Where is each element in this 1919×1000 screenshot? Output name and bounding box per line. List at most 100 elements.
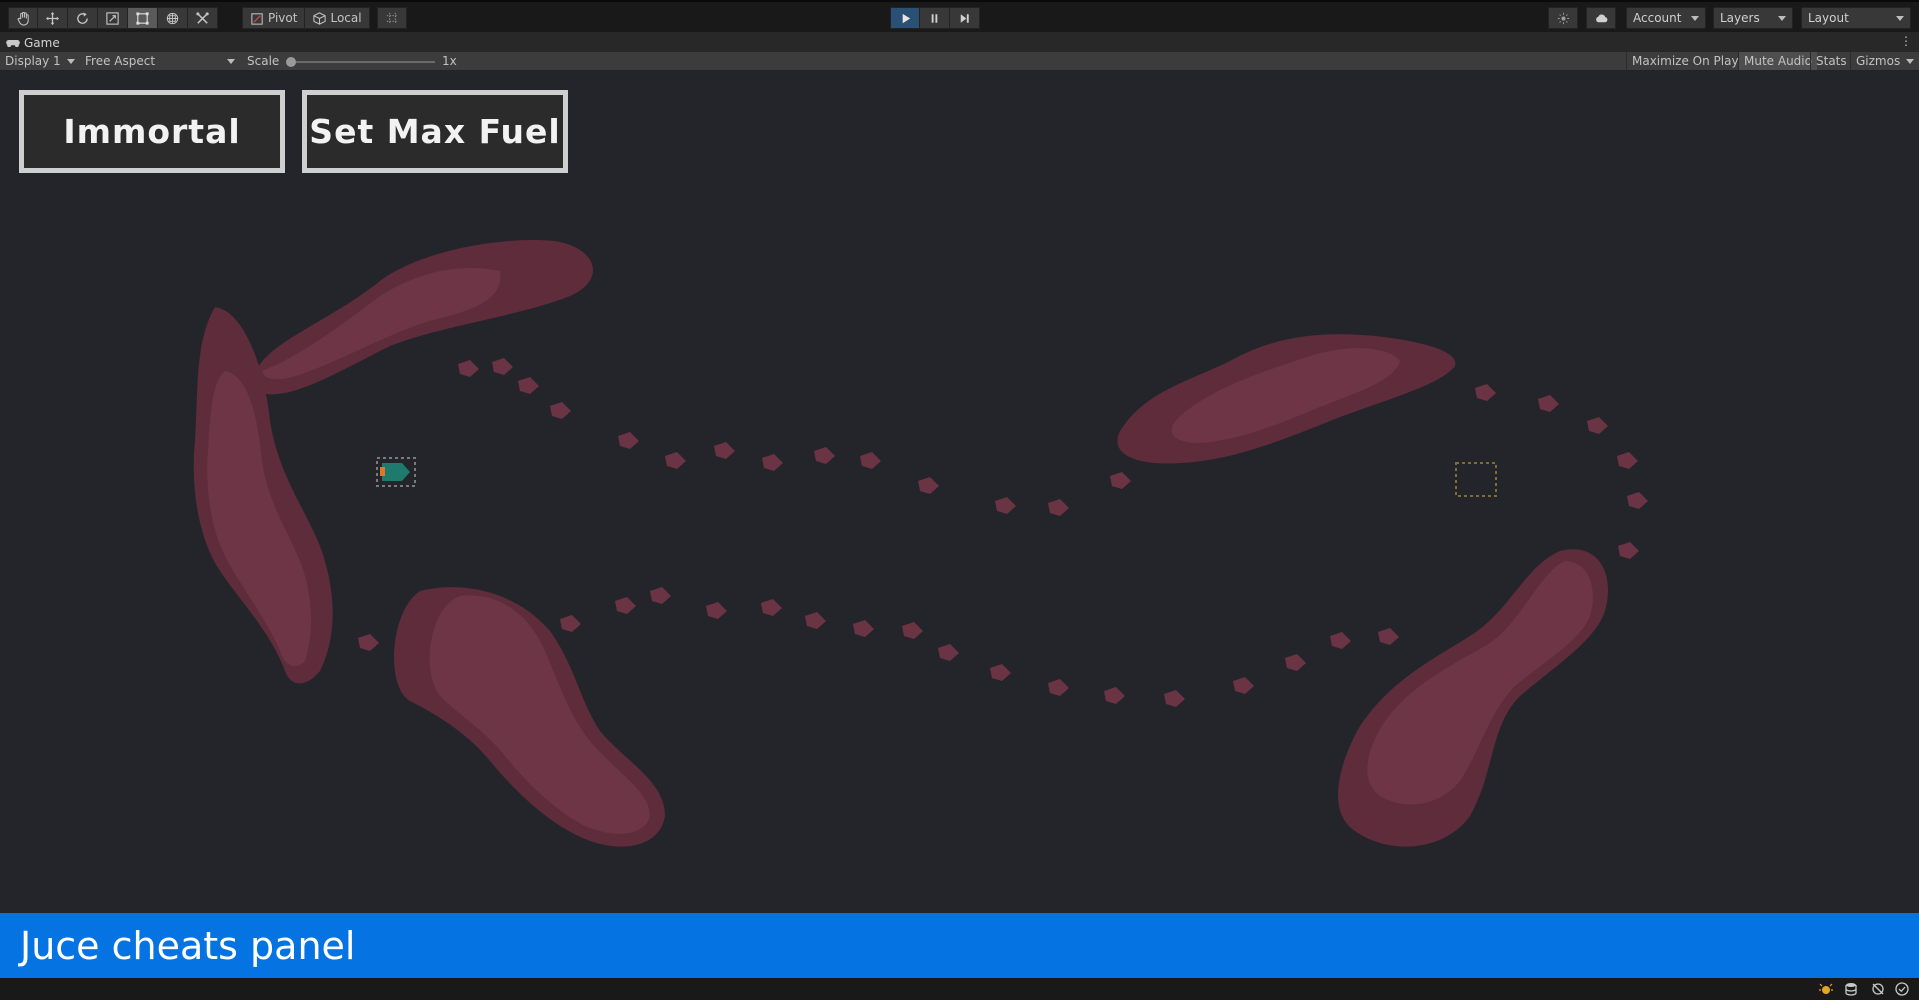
tab-game[interactable]: Game [6, 34, 60, 52]
chevron-down-icon [227, 58, 235, 64]
layers-dropdown[interactable]: Layers [1713, 7, 1793, 29]
path-marker [1104, 687, 1125, 704]
path-marker [1618, 542, 1639, 559]
path-marker [1538, 395, 1559, 412]
tab-bar: Game ⋮ [0, 32, 1919, 52]
local-toggle[interactable]: Local [305, 7, 370, 29]
pivot-toggle[interactable]: Pivot [242, 7, 306, 29]
bug-icon[interactable] [1818, 981, 1834, 997]
juce-cheats-panel: Juce cheats panel [0, 913, 1919, 978]
path-marker [761, 599, 782, 616]
pause-button[interactable] [920, 7, 950, 29]
pivot-icon [251, 12, 263, 25]
gizmos-dropdown[interactable]: Gizmos [1850, 52, 1919, 70]
path-marker [1627, 492, 1648, 509]
rotate-tool-icon[interactable] [68, 7, 98, 29]
path-marker [918, 477, 939, 494]
more-options-icon[interactable]: ⋮ [1900, 34, 1912, 48]
player-thruster [380, 467, 385, 476]
display-label: Display 1 [5, 54, 61, 68]
hand-tool-icon[interactable] [8, 7, 38, 29]
immortal-button[interactable]: Immortal [19, 90, 285, 173]
path-marker [1378, 628, 1399, 645]
path-marker [860, 452, 881, 469]
path-marker [902, 622, 923, 639]
gizmos-label: Gizmos [1856, 54, 1901, 68]
path-marker [358, 634, 379, 651]
debug-off-icon[interactable] [1870, 981, 1886, 997]
transform-tool-icon[interactable] [158, 7, 188, 29]
path-marker [665, 452, 686, 469]
rect-tool-icon[interactable] [128, 7, 158, 29]
game-viewport[interactable]: Immortal Set Max Fuel [0, 71, 1919, 913]
path-marker [1330, 632, 1351, 649]
handle-group: Pivot Local [242, 7, 370, 29]
database-icon[interactable] [1843, 981, 1859, 997]
status-bar [0, 978, 1919, 1000]
gamepad-icon [6, 39, 20, 47]
grid-snap-group [377, 7, 407, 29]
services-group [1548, 7, 1578, 29]
player-sprite [382, 463, 410, 481]
scale-slider-thumb[interactable] [286, 57, 296, 67]
goal-selection-box [1455, 462, 1497, 497]
play-icon [902, 13, 910, 23]
chevron-down-icon [1691, 15, 1699, 21]
account-dropdown[interactable]: Account [1626, 7, 1706, 29]
path-marker [1164, 690, 1185, 707]
playmode-group [890, 7, 980, 29]
account-label: Account [1633, 11, 1682, 25]
path-marker [1475, 384, 1496, 401]
path-marker [814, 447, 835, 464]
path-marker [618, 432, 639, 449]
path-marker [990, 664, 1011, 681]
chevron-down-icon [1778, 15, 1786, 21]
path-marker [615, 597, 636, 614]
path-marker [1048, 499, 1069, 516]
check-circle-icon[interactable] [1894, 981, 1910, 997]
chevron-down-icon [1896, 15, 1904, 21]
path-marker [938, 644, 959, 661]
path-marker [1110, 472, 1131, 489]
set-max-fuel-button[interactable]: Set Max Fuel [302, 90, 568, 173]
path-marker [560, 615, 581, 632]
path-marker [1048, 679, 1069, 696]
layout-dropdown[interactable]: Layout [1801, 7, 1911, 29]
cloud-icon[interactable] [1586, 7, 1616, 29]
tab-game-label: Game [24, 36, 60, 50]
path-marker [714, 442, 735, 459]
path-marker [1587, 417, 1608, 434]
display-dropdown[interactable]: Display 1 [0, 52, 80, 70]
tool-group [8, 7, 218, 29]
path-marker [762, 454, 783, 471]
path-marker [706, 602, 727, 619]
move-tool-icon[interactable] [38, 7, 68, 29]
mute-audio-toggle[interactable]: Mute Audio [1738, 52, 1817, 70]
scale-tool-icon[interactable] [98, 7, 128, 29]
path-marker [492, 358, 513, 375]
cloud-group [1586, 7, 1616, 29]
step-button[interactable] [950, 7, 980, 29]
path-marker [805, 612, 826, 629]
aspect-dropdown[interactable]: Free Aspect [80, 52, 240, 70]
asteroid-blobs [193, 240, 1608, 847]
maximize-on-play-toggle[interactable]: Maximize On Play [1626, 52, 1744, 70]
path-marker [458, 360, 479, 377]
custom-tool-icon[interactable] [188, 7, 218, 29]
stats-toggle[interactable]: Stats [1810, 52, 1852, 70]
settings-sun-icon[interactable] [1548, 7, 1578, 29]
main-toolbar: Pivot Local Account Layers Layout [0, 0, 1919, 32]
grid-snap-icon[interactable] [377, 7, 407, 29]
play-button[interactable] [890, 7, 920, 29]
chevron-down-icon [1906, 58, 1914, 64]
scale-value: 1x [442, 54, 457, 68]
juce-panel-title: Juce cheats panel [20, 924, 356, 968]
scale-label: Scale [247, 54, 280, 68]
local-cube-icon [313, 11, 327, 25]
aspect-label: Free Aspect [85, 54, 156, 68]
pause-icon [931, 13, 938, 23]
game-scene [193, 240, 1648, 847]
local-label: Local [330, 11, 362, 25]
path-marker [1233, 677, 1254, 694]
scale-slider-track[interactable] [290, 61, 435, 63]
